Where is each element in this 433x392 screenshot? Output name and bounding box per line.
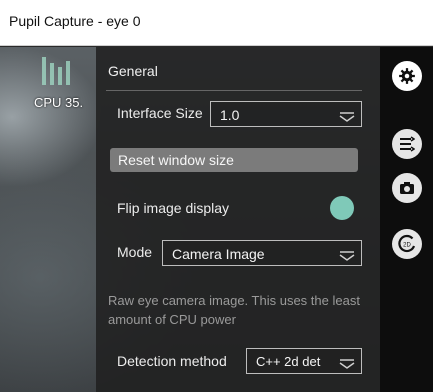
cpu-readout: CPU 35. (34, 95, 84, 110)
flip-image-toggle[interactable] (330, 196, 354, 220)
gear-icon[interactable] (392, 61, 422, 91)
menu-title[interactable]: General (108, 63, 158, 79)
window-title: Pupil Capture - eye 0 (9, 13, 141, 29)
reset-window-size-button[interactable]: Reset window size (110, 148, 358, 172)
select-arrow-icon (339, 112, 355, 122)
camera-icon[interactable] (392, 173, 422, 203)
list-settings-icon[interactable] (392, 129, 422, 159)
interface-size-value: 1.0 (220, 107, 240, 123)
select-arrow-icon (339, 359, 355, 369)
mode-description: Raw eye camera image. This uses the leas… (108, 293, 360, 327)
interface-size-select[interactable]: 1.0 (210, 101, 362, 127)
select-arrow-icon (339, 251, 355, 261)
menu-title-divider (106, 90, 362, 91)
detector-2d-icon[interactable]: 2D (392, 229, 422, 259)
general-menu: General Interface Size 1.0 Reset window … (96, 47, 380, 392)
detection-method-label: Detection method (117, 353, 227, 369)
detection-method-select[interactable]: C++ 2d det (246, 348, 362, 374)
mode-label: Mode (117, 244, 153, 260)
mode-value: Camera Image (172, 246, 265, 262)
detection-method-value: C++ 2d det (256, 354, 321, 369)
interface-size-label: Interface Size (117, 105, 203, 121)
window-titlebar: Pupil Capture - eye 0 (0, 0, 433, 46)
flip-image-label: Flip image display (117, 200, 230, 216)
svg-text:2D: 2D (403, 243, 411, 249)
icon-sidebar: 2D (380, 47, 433, 392)
mode-select[interactable]: Camera Image (162, 240, 362, 266)
